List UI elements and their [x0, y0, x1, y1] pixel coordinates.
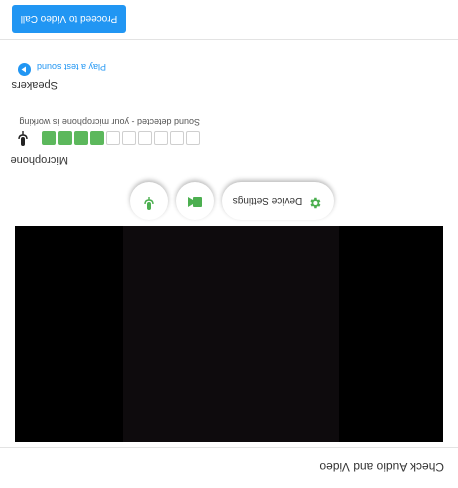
- panel-title: Check Audio and Video: [319, 460, 444, 474]
- level-bar: [170, 131, 184, 145]
- microphone-icon: [144, 192, 154, 211]
- level-bar: [74, 131, 88, 145]
- device-settings-button[interactable]: Device Settings: [222, 182, 334, 220]
- level-bar: [90, 131, 104, 145]
- proceed-to-video-call-button[interactable]: Proceed to Video Call: [12, 5, 126, 33]
- microphone-toggle-button[interactable]: [130, 182, 168, 220]
- microphone-status-text: Sound detected - your microphone is work…: [19, 117, 200, 127]
- video-preview: [15, 226, 443, 442]
- microphone-level-meter: [42, 131, 200, 145]
- level-bar: [58, 131, 72, 145]
- level-bar: [154, 131, 168, 145]
- camera-toggle-button[interactable]: [176, 182, 214, 220]
- microphone-level-icon: [18, 130, 28, 146]
- section-divider: [0, 39, 458, 40]
- level-bar: [122, 131, 136, 145]
- panel-header: Check Audio and Video: [0, 447, 458, 488]
- device-settings-label: Device Settings: [232, 195, 303, 207]
- play-test-sound-link[interactable]: Play a test sound: [17, 58, 106, 76]
- play-test-sound-label: Play a test sound: [36, 62, 106, 72]
- level-bar: [106, 131, 120, 145]
- microphone-label: Microphone: [10, 154, 68, 166]
- speakers-label: Speakers: [11, 79, 58, 91]
- level-bar: [186, 131, 200, 145]
- camera-feed: [123, 226, 339, 442]
- gear-icon: [309, 192, 323, 211]
- play-circle-icon: [17, 58, 31, 76]
- video-camera-icon: [188, 192, 202, 210]
- level-bar: [42, 131, 56, 145]
- level-bar: [138, 131, 152, 145]
- audio-video-check-panel: Check Audio and Video Device Settings Mi…: [0, 0, 458, 488]
